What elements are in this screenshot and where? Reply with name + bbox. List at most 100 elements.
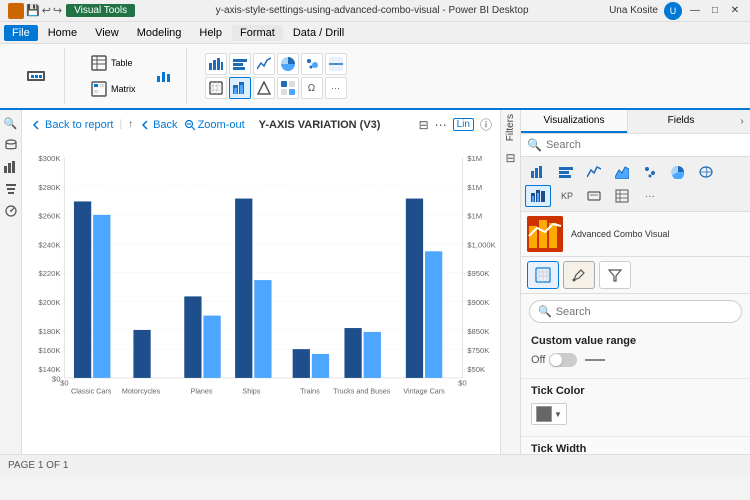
sidebar-icon-format[interactable]: [2, 180, 20, 198]
back-to-report-button[interactable]: Back to report: [30, 119, 113, 131]
vis-icon-scatter[interactable]: [637, 161, 663, 183]
svg-text:$0: $0: [458, 379, 467, 388]
vis-btn-2[interactable]: [229, 53, 251, 75]
vis-name: Advanced Combo Visual: [571, 229, 669, 239]
sidebar-icon-data[interactable]: [2, 136, 20, 154]
menu-help[interactable]: Help: [191, 25, 230, 41]
ribbon-group-1: [8, 48, 65, 104]
vis-icon-card[interactable]: [581, 185, 607, 207]
toggle-off[interactable]: Off: [531, 353, 605, 367]
tick-width-section: Tick Width 1 ▲ ▼: [521, 437, 750, 454]
filter-funnel-icon[interactable]: ⊟: [505, 151, 515, 165]
svg-text:$280K: $280K: [38, 183, 61, 192]
vis-search-input[interactable]: [546, 139, 744, 151]
vis-btn-5[interactable]: [301, 53, 323, 75]
title-bar: 💾 ↩ ↪ Visual Tools y-axis-style-settings…: [0, 0, 750, 22]
vis-icon-pie[interactable]: [665, 161, 691, 183]
tick-color-section: Tick Color ▼: [521, 379, 750, 437]
svg-text:Planes: Planes: [191, 386, 213, 395]
vis-icon-line[interactable]: [581, 161, 607, 183]
vis-btn-3[interactable]: [253, 53, 275, 75]
vis-btn-4[interactable]: [277, 53, 299, 75]
menu-modeling[interactable]: Modeling: [129, 25, 190, 41]
svg-text:$50K: $50K: [467, 365, 486, 374]
chart-title: Y-AXIS VARIATION (V3): [259, 119, 381, 131]
vis-btn-9[interactable]: [253, 77, 275, 99]
svg-text:$1M: $1M: [467, 183, 482, 192]
format-search-input[interactable]: [556, 306, 733, 318]
svg-text:$200K: $200K: [38, 298, 61, 307]
custom-value-range-title: Custom value range: [531, 335, 740, 347]
left-sidebar: 🔍: [0, 110, 22, 454]
menu-bar: File Home View Modeling Help Format Data…: [0, 22, 750, 44]
ribbon-btn-insert-table[interactable]: Table: [85, 51, 142, 75]
vis-thumbnail: [527, 216, 563, 252]
panel-tabs: Visualizations Fields ›: [521, 110, 750, 134]
vis-icon-more[interactable]: ···: [637, 185, 663, 207]
app-icon: [8, 3, 24, 19]
tab-fields[interactable]: Fields: [628, 110, 734, 133]
chart-area: Back to report | ↑ Back Zoom-out Y-AXIS …: [22, 110, 500, 454]
format-search-bar: 🔍: [529, 300, 742, 323]
custom-value-range-row: Off: [531, 353, 740, 367]
vis-btn-7[interactable]: [205, 77, 227, 99]
back-button[interactable]: Back: [139, 119, 177, 131]
svg-text:KPI: KPI: [561, 191, 573, 201]
vis-icon-bar[interactable]: [525, 161, 551, 183]
vis-icon-combo[interactable]: [525, 185, 551, 207]
sidebar-icon-analytics[interactable]: [2, 202, 20, 220]
panel-expand-icon[interactable]: ›: [734, 110, 750, 133]
close-button[interactable]: ✕: [728, 4, 742, 18]
user-avatar: U: [664, 2, 682, 20]
vis-search-icon: 🔍: [527, 138, 542, 152]
window-title: y-axis-style-settings-using-advanced-com…: [135, 5, 609, 16]
vis-btn-12[interactable]: ···: [325, 77, 347, 99]
sidebar-icon-chart[interactable]: [2, 158, 20, 176]
sidebar-icon-search[interactable]: 🔍: [2, 114, 20, 132]
filters-strip[interactable]: Filters ⊟: [500, 110, 520, 454]
panel-scroll: Custom value range Off Tick Color: [521, 329, 750, 454]
svg-text:$240K: $240K: [38, 240, 61, 249]
filter-icon[interactable]: ⊟: [419, 118, 429, 132]
ribbon-btn-chart[interactable]: [150, 64, 178, 88]
svg-text:$140K: $140K: [38, 365, 61, 374]
ribbon-btn-insert-matrix[interactable]: Matrix: [85, 77, 142, 101]
toolbar-icon-3: ↪: [53, 4, 62, 17]
menu-home[interactable]: Home: [40, 25, 85, 41]
info-icon[interactable]: ⓘ: [480, 116, 492, 133]
vis-icon-hbar[interactable]: [553, 161, 579, 183]
svg-text:$750K: $750K: [467, 346, 490, 355]
ellipsis-icon[interactable]: ⋯: [435, 118, 447, 132]
zoom-out-button[interactable]: Zoom-out: [184, 119, 245, 131]
svg-text:Ships: Ships: [242, 386, 260, 395]
vis-icon-kpi[interactable]: KPI: [553, 185, 579, 207]
menu-data-drill[interactable]: Data / Drill: [285, 25, 352, 41]
minimize-button[interactable]: —: [688, 4, 702, 18]
vis-icons-row: KPI ···: [521, 157, 750, 212]
menu-format[interactable]: Format: [232, 25, 283, 41]
ribbon-btn-1[interactable]: [16, 58, 56, 94]
format-tab-fields[interactable]: [527, 261, 559, 289]
vis-btn-6[interactable]: [325, 53, 347, 75]
vis-icon-area[interactable]: [609, 161, 635, 183]
svg-text:$1M: $1M: [467, 212, 482, 221]
vis-btn-10[interactable]: [277, 77, 299, 99]
vis-btn-8[interactable]: [229, 77, 251, 99]
format-tab-filter[interactable]: [599, 261, 631, 289]
vis-icon-map[interactable]: [693, 161, 719, 183]
menu-file[interactable]: File: [4, 25, 38, 41]
vis-btn-11[interactable]: Ω: [301, 77, 323, 99]
vis-btn-1[interactable]: [205, 53, 227, 75]
svg-text:$950K: $950K: [467, 269, 490, 278]
maximize-button[interactable]: □: [708, 4, 722, 18]
tab-visualizations[interactable]: Visualizations: [521, 110, 627, 133]
menu-view[interactable]: View: [87, 25, 127, 41]
chart-toolbar: Back to report | ↑ Back Zoom-out Y-AXIS …: [26, 114, 496, 135]
format-tab-paint[interactable]: [563, 261, 595, 289]
tick-color-picker[interactable]: ▼: [531, 403, 567, 425]
vis-icon-table[interactable]: [609, 185, 635, 207]
tick-color-swatch: [536, 406, 552, 422]
ribbon: Table Matrix: [0, 44, 750, 110]
user-name: Una Kosite: [609, 5, 658, 16]
toggle-track[interactable]: [549, 353, 577, 367]
